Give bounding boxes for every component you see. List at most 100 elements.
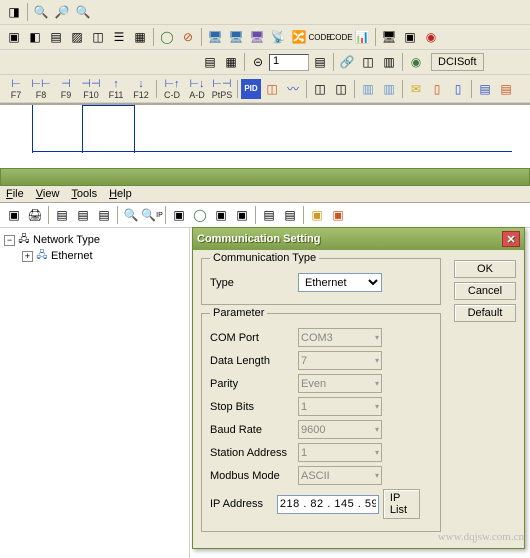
step-f8[interactable]: ⊢⊢F8 <box>29 77 53 100</box>
tool-icon[interactable]: ◯ <box>190 205 210 225</box>
tool-icon[interactable]: ▤ <box>475 79 495 99</box>
diagram-icon[interactable]: 🔀 <box>289 27 309 47</box>
tool-icon[interactable]: ◫ <box>310 79 330 99</box>
code-icon[interactable]: CODE <box>310 27 330 47</box>
sat-icon[interactable]: 📡 <box>268 27 288 47</box>
tool-zoomout-icon[interactable]: 🔎 <box>52 2 72 22</box>
tool-icon[interactable]: ▦ <box>130 27 150 47</box>
menu-help[interactable]: Help <box>109 188 132 200</box>
tool-icon[interactable]: ▣ <box>400 27 420 47</box>
tool-icon[interactable]: ▥ <box>379 79 399 99</box>
tool-icon[interactable]: ▣ <box>307 205 327 225</box>
network-tree: − 🖧 Network Type + 🖧 Ethernet <box>0 228 190 558</box>
com-port-select: COM3▾ <box>298 328 382 347</box>
tool-icon[interactable]: ▤ <box>496 79 516 99</box>
expander-icon[interactable]: − <box>4 235 15 246</box>
tool-icon[interactable]: ▤ <box>200 52 220 72</box>
default-button[interactable]: Default <box>454 304 516 322</box>
tool-icon[interactable]: ◉ <box>406 52 426 72</box>
cancel-button[interactable]: Cancel <box>454 282 516 300</box>
search-ip-icon[interactable]: 🔍IP <box>142 205 162 225</box>
step-ptps[interactable]: ⊢⊣PtPS <box>210 77 234 100</box>
tool-zoom-icon[interactable]: 🔍 <box>73 2 93 22</box>
tool-icon[interactable]: ◫ <box>262 79 282 99</box>
ladder-canvas[interactable] <box>0 104 530 152</box>
print-icon[interactable]: 🖨 <box>25 205 45 225</box>
label-baud-rate: Baud Rate <box>210 424 298 436</box>
pid-icon[interactable]: PID <box>241 79 261 99</box>
globe-icon[interactable]: ◯ <box>157 27 177 47</box>
menu-view[interactable]: View <box>36 188 60 200</box>
tool-icon[interactable]: ◫ <box>358 52 378 72</box>
tool-icon[interactable]: ▯ <box>448 79 468 99</box>
connect-icon[interactable]: 🔗 <box>337 52 357 72</box>
tree-ethernet-label: Ethernet <box>51 250 93 262</box>
parity-select: Even▾ <box>298 374 382 393</box>
label-station-addr: Station Address <box>210 447 298 459</box>
tool-icon[interactable]: ▣ <box>232 205 252 225</box>
step-f7[interactable]: ⊢F7 <box>4 77 28 100</box>
monitor-icon[interactable]: 🖥 <box>226 27 246 47</box>
dialog-titlebar[interactable]: Communication Setting ✕ <box>193 228 524 250</box>
code-icon[interactable]: CODE <box>331 27 351 47</box>
group-communication-type: Communication Type Type Ethernet <box>201 258 441 305</box>
tool-icon[interactable]: ◫ <box>88 27 108 47</box>
tool-icon[interactable]: ⊝ <box>248 52 268 72</box>
tool-icon[interactable]: ▯ <box>427 79 447 99</box>
monitor-icon[interactable]: 🖥 <box>205 27 225 47</box>
tool-icon[interactable]: ▣ <box>328 205 348 225</box>
stop-icon[interactable]: ⊘ <box>178 27 198 47</box>
tool-icon[interactable]: ▣ <box>4 27 24 47</box>
dialog-button-column: OK Cancel Default <box>454 260 516 326</box>
tool-icon[interactable]: ▣ <box>211 205 231 225</box>
monitor-icon[interactable]: 🖥 <box>379 27 399 47</box>
step-f12[interactable]: ↓F12 <box>129 78 153 100</box>
chart-icon[interactable]: 📊 <box>352 27 372 47</box>
tool-icon[interactable]: ▤ <box>52 205 72 225</box>
menu-file[interactable]: File <box>6 188 24 200</box>
tool-zoomin-icon[interactable]: 🔍 <box>31 2 51 22</box>
tool-icon[interactable]: ▥ <box>358 79 378 99</box>
tree-root[interactable]: − 🖧 Network Type <box>4 232 185 248</box>
tool-icon[interactable]: ▣ <box>169 205 189 225</box>
ip-address-input[interactable] <box>277 495 379 514</box>
tree-root-label: Network Type <box>33 234 100 246</box>
baud-rate-select: 9600▾ <box>298 420 382 439</box>
step-f11[interactable]: ↑F11 <box>104 78 128 100</box>
tool-icon[interactable]: ▦ <box>221 52 241 72</box>
type-select[interactable]: Ethernet <box>298 273 382 292</box>
tree-ethernet[interactable]: + 🖧 Ethernet <box>4 248 185 264</box>
step-ad[interactable]: ⊢↓A-D <box>185 77 209 100</box>
monitor-icon[interactable]: 🖥 <box>247 27 267 47</box>
step-f10[interactable]: ⊣⊣F10 <box>79 77 103 100</box>
close-icon[interactable]: ✕ <box>502 231 520 247</box>
tool-icon[interactable]: ◫ <box>331 79 351 99</box>
tool-icon[interactable]: ▨ <box>67 27 87 47</box>
tool-eraser-icon[interactable]: ◨ <box>4 2 24 22</box>
tool-icon[interactable]: ▤ <box>259 205 279 225</box>
stop-bits-select: 1▾ <box>298 397 382 416</box>
tool-icon[interactable]: ☰ <box>109 27 129 47</box>
menubar: File View Tools Help <box>0 186 530 203</box>
tool-icon[interactable]: ◉ <box>421 27 441 47</box>
dialog-title: Communication Setting <box>197 233 320 245</box>
tool-icon[interactable]: ▤ <box>73 205 93 225</box>
step-counter: 1 <box>269 54 309 71</box>
tool-icon[interactable]: ▣ <box>4 205 24 225</box>
tool-icon[interactable]: ▤ <box>280 205 300 225</box>
ip-list-button[interactable]: IP List <box>383 489 420 519</box>
step-cd[interactable]: ⊢↑C-D <box>160 77 184 100</box>
toolbar-row-steps: ⊢F7 ⊢⊢F8 ⊣F9 ⊣⊣F10 ↑F11 ↓F12 ⊢↑C-D ⊢↓A-D… <box>0 75 530 103</box>
mail-icon[interactable]: ✉ <box>406 79 426 99</box>
tool-icon[interactable]: ▤ <box>46 27 66 47</box>
tool-icon[interactable]: ▤ <box>94 205 114 225</box>
menu-tools[interactable]: Tools <box>71 188 97 200</box>
expander-icon[interactable]: + <box>22 251 33 262</box>
ok-button[interactable]: OK <box>454 260 516 278</box>
tool-icon[interactable]: ▥ <box>379 52 399 72</box>
tool-icon[interactable]: ▤ <box>310 52 330 72</box>
wave-icon[interactable]: 〰 <box>283 79 303 99</box>
tool-icon[interactable]: ◧ <box>25 27 45 47</box>
step-f9[interactable]: ⊣F9 <box>54 77 78 100</box>
search-icon[interactable]: 🔍 <box>121 205 141 225</box>
